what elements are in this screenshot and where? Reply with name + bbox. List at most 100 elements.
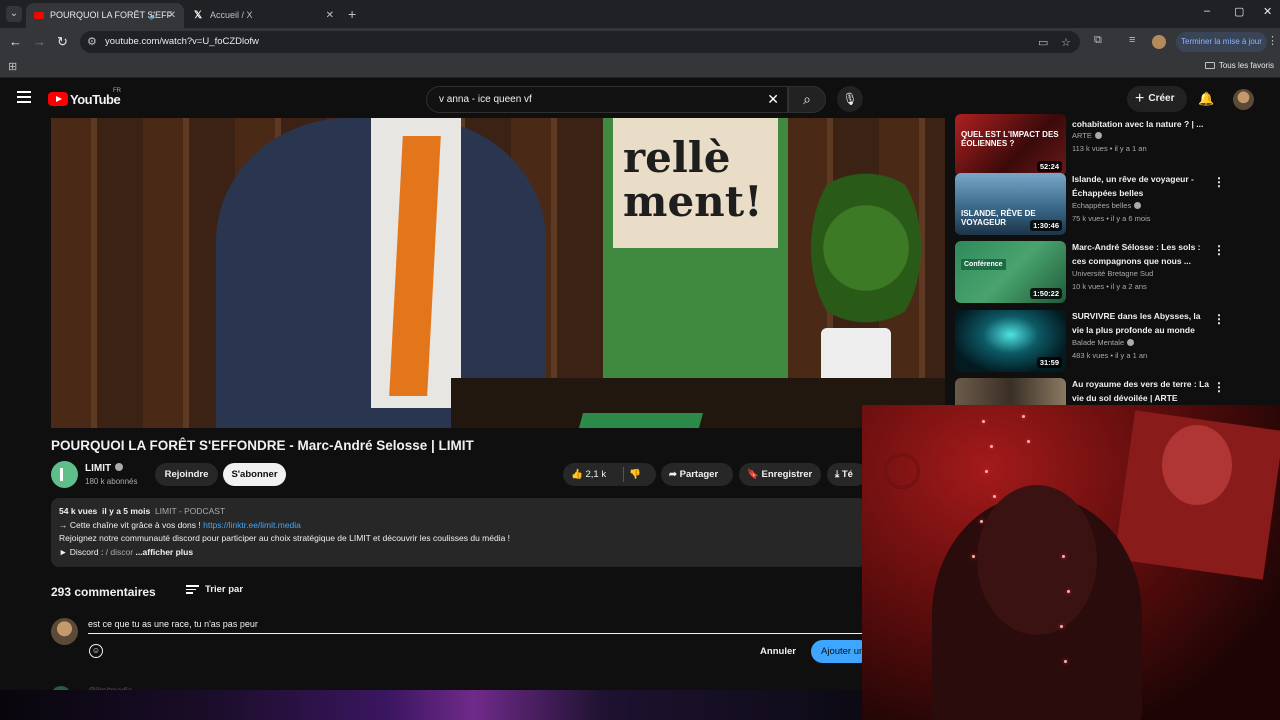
- kebab-icon[interactable]: ⋮: [1213, 380, 1225, 394]
- recommendation-thumbnail[interactable]: ISLANDE, RÊVE DE VOYAGEUR 1:30:46: [955, 173, 1066, 235]
- dislike-icon[interactable]: 👎: [629, 463, 641, 486]
- download-button[interactable]: ⤓ Té: [827, 463, 867, 486]
- age-text: il y a 1 an: [1114, 144, 1147, 153]
- view-count: 54 k vues: [59, 506, 98, 516]
- mute-icon[interactable]: 🔈: [149, 3, 160, 28]
- channel-avatar[interactable]: [51, 461, 78, 488]
- create-button[interactable]: + Créer: [1127, 86, 1187, 112]
- video-plant: [811, 158, 921, 338]
- forward-icon[interactable]: →: [33, 34, 46, 50]
- verified-icon: [1127, 339, 1135, 346]
- recommendation-title[interactable]: cohabitation avec la nature ? | ...: [1072, 118, 1212, 132]
- bookmarks-bar: ⊞ Tous les favoris: [0, 56, 1280, 78]
- new-tab-icon[interactable]: +: [348, 6, 356, 22]
- share-button[interactable]: ➦ Partager: [661, 463, 733, 486]
- mic-icon[interactable]: 🎙: [837, 86, 863, 112]
- omnibox[interactable]: ⚙ youtube.com/watch?v=U_foCZDlofw ▭ ☆: [80, 31, 1080, 53]
- update-button[interactable]: Terminer la mise à jour: [1176, 32, 1267, 52]
- line1-text: → Cette chaîne vit grâce à vos dons !: [59, 519, 204, 530]
- search-icon[interactable]: ⌕: [788, 86, 826, 113]
- description-box[interactable]: 54 k vues il y a 5 mois LIMIT - PODCAST …: [51, 498, 866, 567]
- clear-search-icon[interactable]: ✕: [767, 91, 779, 108]
- linktree-link[interactable]: https://linktr.ee/limit.media: [203, 520, 301, 530]
- apps-icon[interactable]: ⊞: [8, 60, 17, 73]
- join-button[interactable]: Rejoindre: [155, 463, 218, 486]
- reload-icon[interactable]: ↻: [57, 34, 68, 50]
- description-tags: LIMIT - PODCAST: [154, 506, 226, 516]
- address-toolbar: ← → ↻ ⚙ youtube.com/watch?v=U_foCZDlofw …: [0, 28, 1280, 56]
- reading-list-icon[interactable]: ≡: [1129, 34, 1135, 46]
- save-button[interactable]: 🔖 Enregistrer: [739, 463, 821, 486]
- window-close-icon[interactable]: ✕: [1263, 5, 1272, 18]
- back-icon[interactable]: ←: [9, 34, 22, 50]
- recommendation-channel: ARTE: [1072, 131, 1102, 140]
- share-label: Partager: [679, 469, 719, 480]
- channel-name[interactable]: LIMIT: [85, 463, 124, 474]
- webcam-poster-face: [1162, 425, 1232, 505]
- thumbnail-caption: QUEL EST L'IMPACT DES ÉOLIENNES ?: [961, 130, 1059, 148]
- search-input[interactable]: v anna - ice queen vf ✕: [426, 86, 788, 113]
- extensions-icon[interactable]: ⧉: [1094, 34, 1102, 47]
- recommendation-title[interactable]: Marc-André Sélosse : Les sols : ces comp…: [1072, 241, 1212, 268]
- close-icon[interactable]: ✕: [326, 3, 334, 28]
- bell-icon[interactable]: 🔔: [1198, 91, 1214, 107]
- discord-link[interactable]: / discor: [106, 547, 133, 557]
- site-info-icon[interactable]: ⚙: [87, 35, 97, 48]
- recommendation-title[interactable]: SURVIVRE dans les Abysses, la vie la plu…: [1072, 310, 1212, 337]
- youtube-play-icon: [48, 92, 68, 106]
- search-query[interactable]: v anna - ice queen vf: [439, 94, 532, 105]
- x-favicon-icon: 𝕏: [194, 10, 203, 21]
- emoji-icon[interactable]: ☺: [89, 644, 103, 658]
- recommendation-thumbnail[interactable]: [955, 378, 1066, 405]
- views-text: 483 k vues: [1072, 351, 1109, 360]
- verified-icon: [1134, 202, 1142, 209]
- like-icon: 👍: [571, 469, 583, 480]
- show-more-button[interactable]: ...afficher plus: [135, 547, 193, 557]
- tab-youtube[interactable]: POURQUOI LA FORÊT S'EFF 🔈 ✕: [26, 3, 184, 28]
- minimize-icon[interactable]: –: [1204, 5, 1210, 17]
- close-icon[interactable]: ✕: [168, 3, 176, 28]
- recommendation-title[interactable]: Islande, un rêve de voyageur - Échappées…: [1072, 173, 1212, 200]
- channel-name-text: LIMIT: [85, 463, 112, 474]
- kebab-icon[interactable]: ⋮: [1213, 243, 1225, 257]
- sort-button[interactable]: Trier par: [186, 583, 243, 596]
- recommendation-thumbnail[interactable]: QUEL EST L'IMPACT DES ÉOLIENNES ? 52:24: [955, 114, 1066, 176]
- profile-avatar[interactable]: [1152, 35, 1166, 49]
- views-text: 113 k vues: [1072, 144, 1108, 153]
- thumbnail-caption: Conférence: [961, 259, 1006, 270]
- maximize-icon[interactable]: ▢: [1234, 5, 1244, 18]
- tab-x[interactable]: 𝕏 Accueil / X ✕: [186, 3, 342, 28]
- string-light: [1060, 625, 1063, 628]
- youtube-logo[interactable]: YouTube FR: [48, 88, 121, 107]
- string-light: [1067, 590, 1070, 593]
- subscribe-button[interactable]: S'abonner: [223, 463, 286, 486]
- commenter-avatar: [51, 618, 78, 645]
- cancel-button[interactable]: Annuler: [753, 641, 803, 663]
- string-light: [993, 495, 996, 498]
- url-text[interactable]: youtube.com/watch?v=U_foCZDlofw: [105, 36, 259, 47]
- banner-text: rellè ment!: [623, 133, 763, 226]
- channel-text: Echappées belles: [1072, 201, 1132, 210]
- like-dislike-group: 👍 2,1 k 👎: [563, 463, 656, 486]
- string-light: [1027, 440, 1030, 443]
- hamburger-menu-icon[interactable]: [17, 91, 31, 103]
- like-button[interactable]: 👍 2,1 k: [571, 463, 606, 486]
- recommendation-thumbnail[interactable]: 31:59: [955, 310, 1066, 372]
- all-bookmarks[interactable]: Tous les favoris: [1204, 61, 1274, 70]
- menu-icon[interactable]: ⋮: [1267, 34, 1278, 47]
- recommendation-channel: Balade Mentale: [1072, 338, 1135, 347]
- comment-input[interactable]: est ce que tu as une race, tu n'as pas p…: [88, 618, 868, 634]
- kebab-icon[interactable]: ⋮: [1213, 312, 1225, 326]
- star-icon[interactable]: ☆: [1061, 36, 1071, 49]
- tab-search-icon[interactable]: ⌄: [6, 6, 22, 22]
- duration-badge: 1:30:46: [1030, 220, 1062, 231]
- recommendation-thumbnail[interactable]: Conférence 1:50:22: [955, 241, 1066, 303]
- duration-badge: 31:59: [1036, 357, 1062, 368]
- kebab-icon[interactable]: ⋮: [1213, 175, 1225, 189]
- video-player[interactable]: rellè ment!: [51, 118, 945, 428]
- video-booklet: [578, 413, 704, 428]
- cast-icon[interactable]: ▭: [1038, 36, 1048, 49]
- user-avatar[interactable]: [1233, 89, 1254, 110]
- logo-text: YouTube: [70, 92, 121, 107]
- recommendation-title[interactable]: Au royaume des vers de terre : La vie du…: [1072, 378, 1212, 405]
